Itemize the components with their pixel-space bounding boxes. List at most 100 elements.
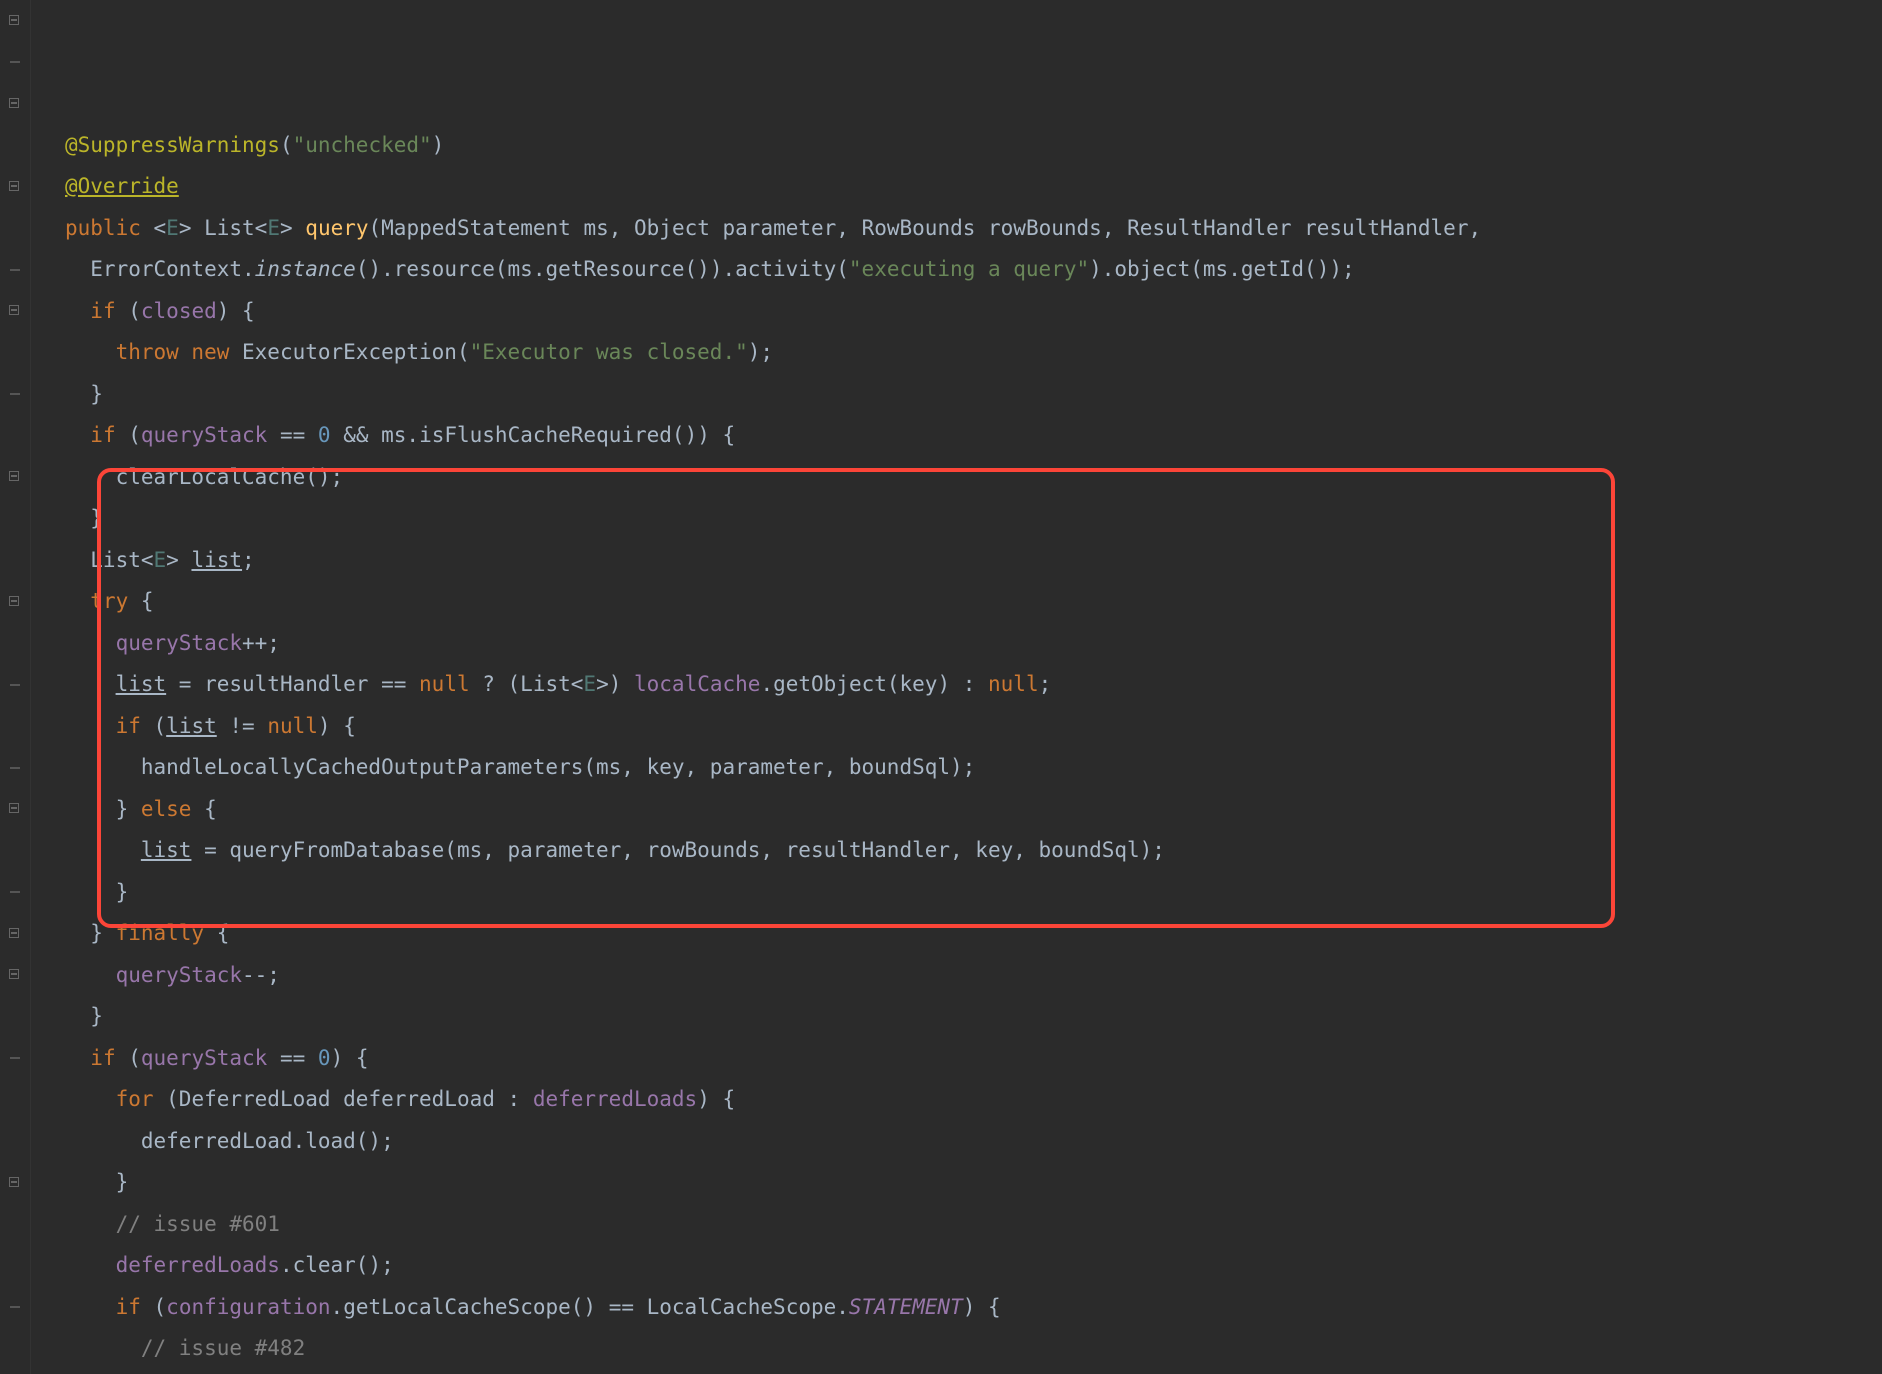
gutter-row[interactable] (0, 0, 30, 42)
gutter-row[interactable] (0, 1162, 30, 1204)
code-line[interactable]: } else { (65, 789, 1882, 831)
gutter-row[interactable] (0, 1121, 30, 1163)
code-token: } (65, 797, 141, 821)
code-token: "Executor was closed." (470, 340, 748, 364)
gutter-row[interactable] (0, 498, 30, 540)
code-line[interactable]: list = queryFromDatabase(ms, parameter, … (65, 830, 1882, 872)
code-token: ).object(ms.getId()); (1089, 257, 1355, 281)
gutter-row[interactable] (0, 125, 30, 167)
fold-end-icon (10, 891, 20, 893)
code-line[interactable]: queryStack++; (65, 623, 1882, 665)
code-line[interactable]: throw new ExecutorException("Executor wa… (65, 332, 1882, 374)
code-line[interactable]: if (queryStack == 0 && ms.isFlushCacheRe… (65, 415, 1882, 457)
code-line[interactable]: } (65, 374, 1882, 416)
code-token: ().resource(ms.getResource()).activity( (356, 257, 849, 281)
code-token: finally (116, 921, 217, 945)
gutter-row[interactable] (0, 581, 30, 623)
code-token: localCache (634, 672, 760, 696)
code-line[interactable]: @Override (65, 166, 1882, 208)
gutter-row[interactable] (0, 249, 30, 291)
gutter-row[interactable] (0, 291, 30, 333)
code-token: .getLocalCacheScope() == LocalCacheScope… (331, 1295, 849, 1319)
code-token: configuration (166, 1295, 330, 1319)
code-token (65, 672, 116, 696)
gutter-row[interactable] (0, 1079, 30, 1121)
gutter-row[interactable] (0, 540, 30, 582)
editor-gutter[interactable] (0, 0, 31, 1374)
gutter-row[interactable] (0, 747, 30, 789)
code-token: ) { (217, 299, 255, 323)
code-line[interactable]: deferredLoad.load(); (65, 1121, 1882, 1163)
code-line[interactable]: try { (65, 581, 1882, 623)
code-line[interactable]: } (65, 1162, 1882, 1204)
code-token: ++; (242, 631, 280, 655)
code-line[interactable]: handleLocallyCachedOutputParameters(ms, … (65, 747, 1882, 789)
code-line[interactable]: // issue #482 (65, 1328, 1882, 1370)
gutter-row[interactable] (0, 996, 30, 1038)
code-token: list (141, 838, 192, 862)
code-line[interactable]: ErrorContext.instance().resource(ms.getR… (65, 249, 1882, 291)
code-line[interactable]: list = resultHandler == null ? (List<E>)… (65, 664, 1882, 706)
fold-toggle-icon[interactable] (9, 596, 21, 608)
code-token: if (90, 299, 128, 323)
code-line[interactable]: clearLocalCache(); (65, 457, 1882, 499)
gutter-row[interactable] (0, 208, 30, 250)
gutter-row[interactable] (0, 166, 30, 208)
gutter-row[interactable] (0, 1245, 30, 1287)
code-token: // issue #601 (116, 1212, 280, 1236)
fold-toggle-icon[interactable] (9, 928, 21, 940)
gutter-row[interactable] (0, 706, 30, 748)
code-token: ( (128, 423, 141, 447)
code-line[interactable]: } (65, 498, 1882, 540)
code-token: ); (748, 340, 773, 364)
code-line[interactable]: if (closed) { (65, 291, 1882, 333)
fold-toggle-icon[interactable] (9, 1177, 21, 1189)
fold-toggle-icon[interactable] (9, 969, 21, 981)
gutter-row[interactable] (0, 332, 30, 374)
code-token: "executing a query" (849, 257, 1089, 281)
code-line[interactable]: } finally { (65, 913, 1882, 955)
fold-toggle-icon[interactable] (9, 181, 21, 193)
gutter-row[interactable] (0, 623, 30, 665)
gutter-row[interactable] (0, 664, 30, 706)
code-line[interactable]: @SuppressWarnings("unchecked") (65, 125, 1882, 167)
code-line[interactable]: if (configuration.getLocalCacheScope() =… (65, 1287, 1882, 1329)
code-token: null (267, 714, 318, 738)
gutter-row[interactable] (0, 789, 30, 831)
gutter-row[interactable] (0, 374, 30, 416)
gutter-row[interactable] (0, 830, 30, 872)
gutter-row[interactable] (0, 1038, 30, 1080)
gutter-row[interactable] (0, 1328, 30, 1370)
fold-toggle-icon[interactable] (9, 98, 21, 110)
code-line[interactable]: if (queryStack == 0) { (65, 1038, 1882, 1080)
code-line[interactable]: if (list != null) { (65, 706, 1882, 748)
fold-toggle-icon[interactable] (9, 305, 21, 317)
fold-toggle-icon[interactable] (9, 15, 21, 27)
code-line[interactable]: queryStack--; (65, 955, 1882, 997)
code-line[interactable]: deferredLoads.clear(); (65, 1245, 1882, 1287)
code-line[interactable]: } (65, 872, 1882, 914)
fold-toggle-icon[interactable] (9, 471, 21, 483)
code-token: // issue #482 (141, 1336, 305, 1360)
code-line[interactable]: } (65, 996, 1882, 1038)
fold-toggle-icon[interactable] (9, 803, 21, 815)
fold-end-icon (10, 269, 20, 271)
gutter-row[interactable] (0, 955, 30, 997)
gutter-row[interactable] (0, 872, 30, 914)
gutter-row[interactable] (0, 913, 30, 955)
gutter-row[interactable] (0, 42, 30, 84)
code-line[interactable]: // issue #601 (65, 1204, 1882, 1246)
code-area[interactable]: @SuppressWarnings("unchecked")@Overridep… (31, 0, 1882, 1374)
gutter-row[interactable] (0, 415, 30, 457)
gutter-row[interactable] (0, 1204, 30, 1246)
code-line[interactable]: clearLocalCache(); (65, 1370, 1882, 1374)
gutter-row[interactable] (0, 457, 30, 499)
code-line[interactable]: public <E> List<E> query(MappedStatement… (65, 208, 1882, 250)
code-token (65, 1087, 116, 1111)
code-line[interactable]: List<E> list; (65, 540, 1882, 582)
code-line[interactable]: for (DeferredLoad deferredLoad : deferre… (65, 1079, 1882, 1121)
gutter-row[interactable] (0, 1287, 30, 1329)
code-token: .getObject(key) : (760, 672, 988, 696)
code-editor[interactable]: @SuppressWarnings("unchecked")@Overridep… (0, 0, 1882, 1374)
gutter-row[interactable] (0, 83, 30, 125)
